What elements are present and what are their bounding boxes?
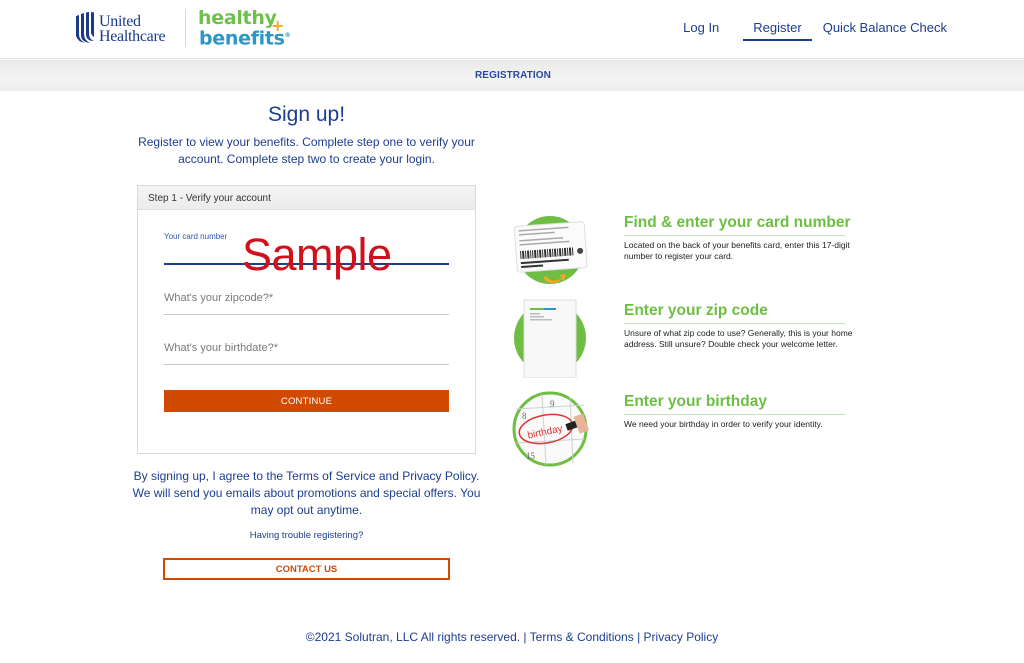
birthdate-input[interactable] <box>164 335 449 354</box>
svg-text:15: 15 <box>526 451 536 461</box>
signup-intro: Register to view your benefits. Complete… <box>138 135 475 166</box>
uhc-shield-icon <box>76 12 94 43</box>
nav-register[interactable]: Register <box>743 19 812 41</box>
agreement-text: By signing up, I agree to the Terms of S… <box>132 469 481 517</box>
sample-watermark: Sample <box>242 229 392 280</box>
copyright-text: ©2021 Solutran, LLC All rights reserved. <box>305 630 521 644</box>
step-card-number: Find & enter your card number Located on… <box>510 210 870 290</box>
card-number-field[interactable]: Your card number Sample <box>164 224 449 277</box>
nav-login[interactable]: Log In <box>683 19 719 41</box>
healthy-benefits-logo[interactable]: healthy + benefits® <box>198 9 291 48</box>
zipcode-input[interactable] <box>164 285 449 304</box>
top-nav: Log In Register Quick Balance Check <box>683 19 947 41</box>
zipcode-field[interactable] <box>164 285 449 315</box>
step-birthday: 8 9 15 birthday Enter your birthday We n… <box>510 389 870 469</box>
birthdate-field[interactable] <box>164 335 449 365</box>
step-title: Find & enter your card number <box>624 214 851 236</box>
contact-us-button[interactable]: CONTACT US <box>163 558 450 580</box>
section-label: REGISTRATION <box>474 70 551 81</box>
united-healthcare-logo[interactable]: United Healthcare <box>74 12 166 46</box>
step-description: Unsure of what zip code to use? Generall… <box>624 328 853 349</box>
page-section-bar: REGISTRATION <box>0 59 1024 91</box>
step-title: Enter your birthday <box>624 393 845 415</box>
step-zip-code: Enter your zip code Unsure of what zip c… <box>510 298 870 378</box>
step-header: Step 1 - Verify your account <box>138 186 475 210</box>
footer-separator: | <box>523 630 527 644</box>
step-title: Enter your zip code <box>624 302 845 324</box>
logo-divider <box>185 9 186 47</box>
verify-account-form: Step 1 - Verify your account Your card n… <box>137 185 476 454</box>
card-number-label: Your card number <box>164 232 228 241</box>
welcome-letter-icon <box>514 299 586 378</box>
site-header: United Healthcare healthy + benefits® Lo… <box>0 0 1024 59</box>
terms-link[interactable]: Terms & Conditions <box>530 630 634 644</box>
calendar-birthday-icon: 8 9 15 birthday <box>512 391 590 467</box>
svg-text:8: 8 <box>522 411 527 421</box>
plus-icon: + <box>271 16 285 35</box>
trouble-registering-link[interactable]: Having trouble registering? <box>137 530 476 541</box>
footer-separator: | <box>637 630 641 644</box>
step-description: We need your birthday in order to verify… <box>624 419 823 429</box>
site-footer: ©2021 Solutran, LLC All rights reserved.… <box>0 630 1024 644</box>
benefits-card-icon <box>513 216 588 284</box>
uhc-line2: Healthcare <box>99 28 166 45</box>
privacy-link[interactable]: Privacy Policy <box>644 630 719 644</box>
nav-quick-balance-check[interactable]: Quick Balance Check <box>823 19 947 41</box>
continue-button[interactable]: CONTINUE <box>164 390 449 412</box>
uhc-line1: United <box>99 13 141 30</box>
page-title: Sign up! <box>267 103 346 126</box>
registered-mark-icon: ® <box>284 32 291 39</box>
svg-text:9: 9 <box>550 399 555 409</box>
step-description: Located on the back of your benefits car… <box>624 240 850 261</box>
